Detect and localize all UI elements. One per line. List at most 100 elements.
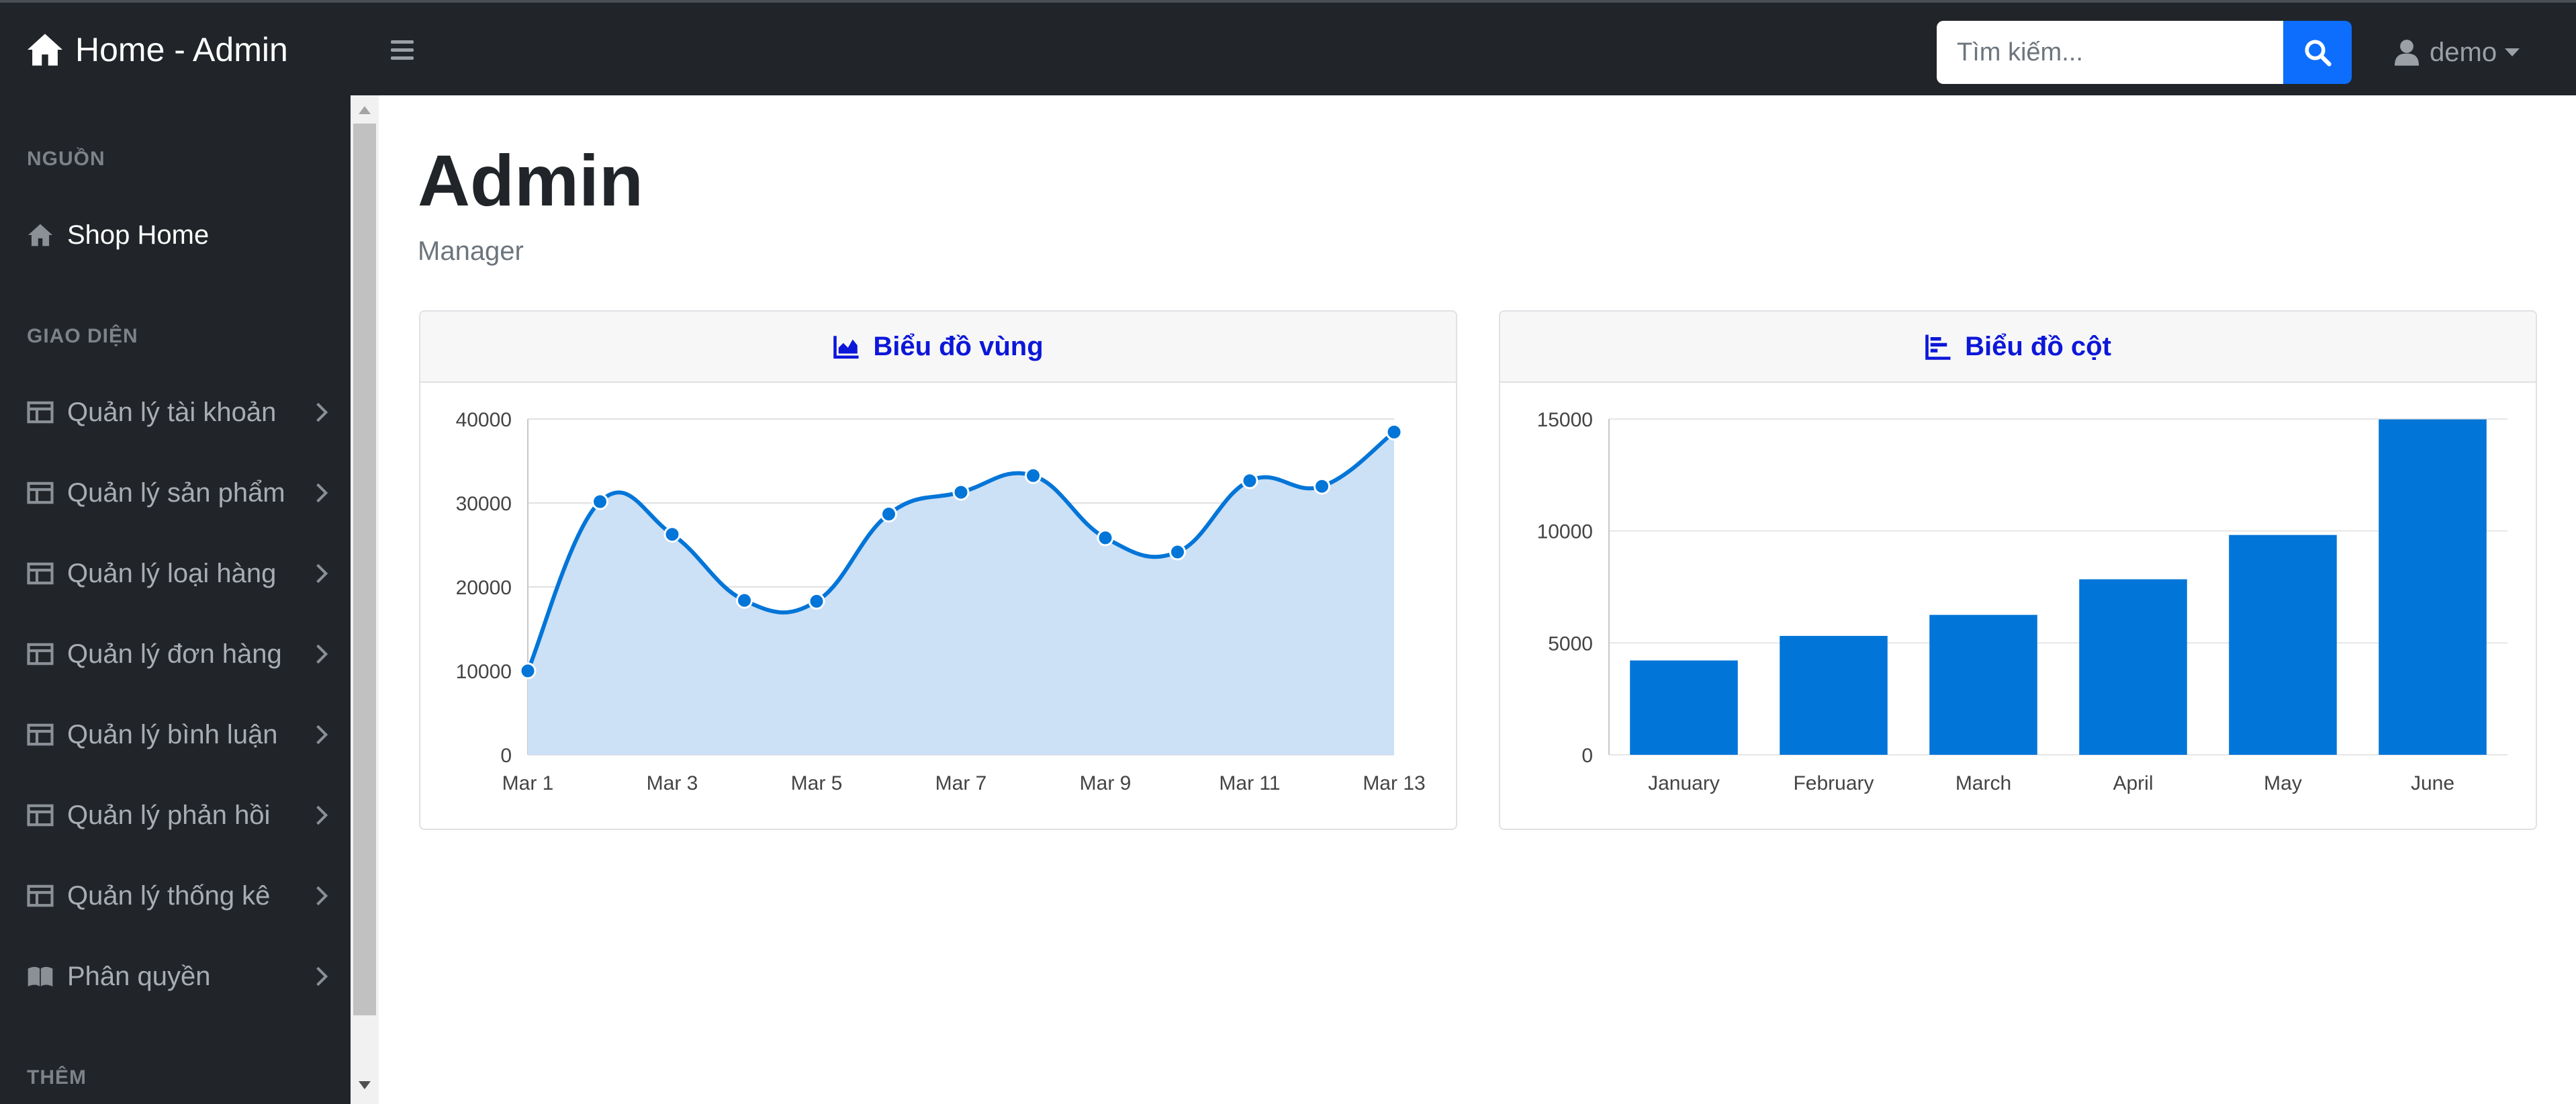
brand-title: Home - Admin <box>75 31 288 68</box>
sidebar-item-products[interactable]: Quản lý sản phẩm <box>27 473 329 513</box>
home-icon <box>28 34 62 66</box>
caret-down-icon <box>2505 48 2520 56</box>
search-button[interactable] <box>2283 21 2352 84</box>
card-header: Biểu đồ vùng <box>420 312 1456 383</box>
chevron-right-icon <box>316 805 328 825</box>
table-icon <box>27 401 54 424</box>
bar <box>2379 419 2487 755</box>
top-navbar: Home - Admin demo <box>0 0 2576 95</box>
chevron-right-icon <box>316 966 328 986</box>
user-icon <box>2395 40 2419 66</box>
data-point <box>952 484 970 501</box>
scrollbar-thumb[interactable] <box>353 124 376 1015</box>
table-icon <box>27 804 54 827</box>
x-tick-label: March <box>1956 772 2011 794</box>
x-tick-label: Mar 1 <box>502 772 554 794</box>
search-form <box>1937 21 2352 84</box>
brand-link[interactable]: Home - Admin <box>26 30 288 70</box>
chevron-right-icon <box>316 483 328 503</box>
book-icon <box>28 966 53 986</box>
data-point <box>1169 543 1186 561</box>
sidebar-heading-source: NGUỒN <box>27 148 105 170</box>
user-dropdown[interactable]: demo <box>2395 34 2520 71</box>
data-point <box>1385 423 1403 441</box>
y-tick-label: 5000 <box>1548 633 1593 655</box>
bar <box>1630 660 1738 755</box>
y-tick-label: 40000 <box>456 409 512 431</box>
sidebar-item-label: Phân quyền <box>67 961 211 991</box>
x-tick-label: January <box>1648 772 1720 794</box>
sidebar-item-label: Quản lý bình luận <box>67 719 278 749</box>
sidebar-item-shop-home[interactable]: Shop Home <box>27 215 329 255</box>
sidebar-item-label: Quản lý tài khoản <box>67 397 277 427</box>
data-point <box>1097 529 1114 547</box>
sidebar-item-permissions[interactable]: Phân quyền <box>27 956 329 997</box>
bar-chart-icon <box>1925 334 1951 360</box>
area-chart[interactable]: 0 10000 20000 30000 40000 Mar 1 Mar 3 Mar 5 Mar … <box>420 383 1456 830</box>
card-body: 0 10000 20000 30000 40000 Mar 1 Mar 3 Mar 5 Mar … <box>420 383 1456 830</box>
data-point <box>1241 472 1258 490</box>
bar <box>1780 635 1888 755</box>
y-tick-label: 20000 <box>456 577 512 599</box>
area-chart-icon <box>833 336 859 359</box>
x-tick-label: Mar 5 <box>791 772 843 794</box>
search-input[interactable] <box>1937 21 2283 84</box>
sidebar-item-label: Quản lý loại hàng <box>67 558 277 588</box>
scroll-down-arrow-icon[interactable] <box>359 1081 371 1089</box>
sidebar-toggle-button[interactable] <box>391 40 414 60</box>
x-tick-label: Mar 11 <box>1219 772 1280 794</box>
y-tick-label: 30000 <box>456 493 512 515</box>
table-icon <box>27 562 54 585</box>
y-tick-label: 0 <box>1581 745 1593 767</box>
table-icon <box>27 481 54 504</box>
y-tick-label: 10000 <box>1537 521 1593 543</box>
sidebar-heading-interface: GIAO DIỆN <box>27 325 138 347</box>
area-chart-card: Biểu đồ vùng 0 10000 20000 30000 40000 Mar 1 M… <box>419 310 1457 830</box>
page-title: Admin <box>418 140 643 221</box>
card-header: Biểu đồ cột <box>1500 312 2536 383</box>
card-title: Biểu đồ cột <box>1965 331 2111 361</box>
y-tick-label: 10000 <box>456 661 512 683</box>
x-tick-label: Mar 7 <box>935 772 987 794</box>
bar <box>2079 579 2187 755</box>
bar-chart-card: Biểu đồ cột 0 5000 10000 15000 January Februa… <box>1499 310 2537 830</box>
sidebar-item-categories[interactable]: Quản lý loại hàng <box>27 553 329 594</box>
user-name: demo <box>2430 37 2497 67</box>
bar <box>1929 614 2037 755</box>
bar-chart[interactable]: 0 5000 10000 15000 January February March April… <box>1500 383 2536 830</box>
table-icon <box>27 643 54 665</box>
sidebar-heading-more: THÊM <box>27 1066 87 1089</box>
y-tick-label: 15000 <box>1537 409 1593 431</box>
bar <box>2229 535 2337 755</box>
chevron-right-icon <box>316 402 328 422</box>
sidebar-item-label: Quản lý phản hồi <box>67 800 271 830</box>
sidebar-item-label: Quản lý thống kê <box>67 880 271 911</box>
table-icon <box>27 884 54 907</box>
area-fill <box>528 432 1394 755</box>
sidebar-item-accounts[interactable]: Quản lý tài khoản <box>27 392 329 432</box>
sidebar-item-statistics[interactable]: Quản lý thống kê <box>27 876 329 916</box>
sidebar-item-comments[interactable]: Quản lý bình luận <box>27 715 329 755</box>
data-point <box>880 505 897 522</box>
data-point <box>1314 477 1330 495</box>
data-point <box>519 662 537 680</box>
sidebar: NGUỒN Shop Home GIAO DIỆN Quản lý tài kh… <box>0 95 351 1104</box>
chevron-right-icon <box>316 886 328 906</box>
card-title: Biểu đồ vùng <box>873 331 1044 361</box>
data-point <box>592 493 608 510</box>
home-icon <box>28 224 52 246</box>
table-icon <box>27 723 54 746</box>
sidebar-item-label: Shop Home <box>67 220 210 250</box>
chevron-right-icon <box>316 644 328 664</box>
sidebar-item-orders[interactable]: Quản lý đơn hàng <box>27 634 329 674</box>
scroll-up-arrow-icon[interactable] <box>359 106 371 114</box>
sidebar-item-feedback[interactable]: Quản lý phản hồi <box>27 795 329 835</box>
x-tick-label: Mar 9 <box>1080 772 1132 794</box>
sidebar-scrollbar[interactable] <box>351 95 379 1104</box>
page-subtitle: Manager <box>418 236 524 266</box>
menu-icon-bar <box>391 48 414 52</box>
x-tick-label: Mar 3 <box>647 772 698 794</box>
data-point <box>736 592 753 609</box>
sidebar-item-label: Quản lý sản phẩm <box>67 477 285 508</box>
menu-icon-bar <box>391 56 414 60</box>
